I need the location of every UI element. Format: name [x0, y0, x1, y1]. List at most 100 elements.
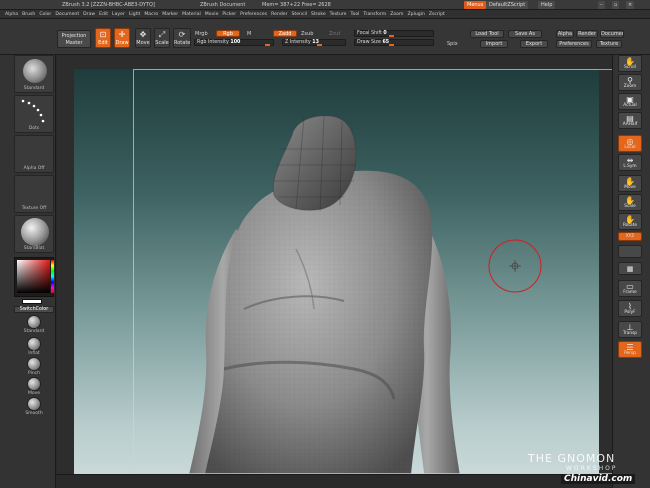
- menu-stroke[interactable]: Stroke: [309, 10, 328, 18]
- menu-picker[interactable]: Picker: [220, 10, 238, 18]
- blank-slot-1[interactable]: [618, 245, 642, 258]
- menu-brush[interactable]: Brush: [20, 10, 37, 18]
- move-view-button[interactable]: ✋ Move: [618, 175, 642, 192]
- menu-alpha[interactable]: Alpha: [3, 10, 20, 18]
- smooth-brush-slot[interactable]: [27, 397, 41, 411]
- lsym-button[interactable]: ⇹ L.Sym: [618, 154, 642, 171]
- switch-color-button[interactable]: SwitchColor: [14, 306, 54, 313]
- rotate-button[interactable]: ⟳ Rotate: [173, 28, 191, 48]
- texture-selector[interactable]: Texture Off: [14, 175, 54, 213]
- draw-size-knob[interactable]: [389, 44, 394, 46]
- scale-view-button[interactable]: ✋ Scale: [618, 194, 642, 211]
- menu-marker[interactable]: Marker: [160, 10, 180, 18]
- persp-button[interactable]: ☰ Persp: [618, 341, 642, 358]
- menu-edit[interactable]: Edit: [97, 10, 110, 18]
- texture-selector-label: Texture Off: [21, 206, 47, 211]
- frame-button[interactable]: ▭ Frame: [618, 280, 642, 297]
- edit-label: Edit: [98, 40, 108, 46]
- menu-render[interactable]: Render: [269, 10, 289, 18]
- menu-light[interactable]: Light: [127, 10, 142, 18]
- menu-layer[interactable]: Layer: [110, 10, 127, 18]
- aahalf-button[interactable]: ▤ AAHalf: [618, 112, 642, 129]
- rgb-intensity-knob[interactable]: [265, 44, 270, 46]
- zcut-toggle[interactable]: Zcut: [329, 31, 340, 37]
- menu-macro[interactable]: Macro: [142, 10, 160, 18]
- focal-shift-slider[interactable]: Focal Shift 0: [354, 30, 434, 37]
- alpha-selector[interactable]: Alpha Off: [14, 135, 54, 173]
- load-tool-button[interactable]: Load Tool: [470, 30, 504, 38]
- document-palette-button[interactable]: Document: [600, 30, 624, 38]
- import-button[interactable]: Import: [480, 40, 508, 48]
- brush-selector[interactable]: Standard: [14, 55, 54, 93]
- draw-size-label: Draw Size: [357, 40, 381, 45]
- help-button[interactable]: Help: [538, 1, 556, 9]
- draw-size-slider[interactable]: Draw Size 65: [354, 39, 434, 46]
- menus-button[interactable]: Menus: [464, 1, 487, 9]
- move-button[interactable]: ✥ Move: [135, 28, 151, 48]
- preferences-palette-button[interactable]: Preferences: [556, 40, 592, 48]
- menu-zplugin[interactable]: Zplugin: [406, 10, 427, 18]
- z-intensity-slider[interactable]: Z Intensity 13: [282, 39, 346, 46]
- transp-button[interactable]: ⊥ Transp: [618, 321, 642, 338]
- color-field[interactable]: [17, 260, 50, 293]
- restore-icon[interactable]: ▫: [612, 1, 620, 9]
- rotate-view-button[interactable]: ✋ Rotate: [618, 213, 642, 230]
- menu-stencil[interactable]: Stencil: [289, 10, 309, 18]
- stroke-selector[interactable]: Dots: [14, 95, 54, 133]
- render-palette-button[interactable]: Render: [576, 30, 598, 38]
- alpha-palette-button[interactable]: Alpha: [556, 30, 574, 38]
- scroll-button[interactable]: ✋ Scroll: [618, 55, 642, 72]
- save-as-button[interactable]: Save As: [508, 30, 542, 38]
- close-icon[interactable]: ×: [626, 1, 635, 9]
- menu-material[interactable]: Material: [180, 10, 203, 18]
- zadd-toggle[interactable]: Zadd: [273, 30, 297, 37]
- document-canvas[interactable]: [74, 69, 615, 488]
- edit-button[interactable]: ⊡ Edit: [95, 28, 111, 48]
- material-sphere-icon: [21, 218, 49, 246]
- zsub-toggle[interactable]: Zsub: [301, 31, 313, 37]
- menu-tool[interactable]: Tool: [349, 10, 362, 18]
- canvas-area[interactable]: [57, 55, 615, 488]
- inflat-brush-slot[interactable]: [27, 337, 41, 351]
- color-picker[interactable]: [14, 257, 54, 297]
- site-watermark: Chinavid.com: [561, 474, 636, 484]
- xyz-button[interactable]: XYZ: [618, 232, 642, 241]
- menu-zoom[interactable]: Zoom: [388, 10, 405, 18]
- rgb-intensity-slider[interactable]: Rgb Intensity 100: [194, 39, 274, 46]
- polyf-button[interactable]: ⌇ PolyF: [618, 300, 642, 317]
- material-selector[interactable]: StarsBlat: [14, 215, 54, 253]
- zoom-button[interactable]: ⚲ Zoom: [618, 74, 642, 91]
- main-color-swatch[interactable]: [22, 299, 42, 304]
- menu-preferences[interactable]: Preferences: [238, 10, 269, 18]
- scale-button[interactable]: ⤢ Scale: [154, 28, 170, 48]
- menu-document[interactable]: Document: [53, 10, 81, 18]
- standard-brush-slot[interactable]: [27, 315, 41, 329]
- projection-master-button[interactable]: Projection Master: [57, 30, 91, 48]
- hue-strip[interactable]: [51, 260, 54, 293]
- draw-button[interactable]: ✛ Draw: [114, 28, 130, 48]
- rgb-toggle[interactable]: Rgb: [216, 30, 240, 37]
- actual-button[interactable]: ▣ Actual: [618, 93, 642, 110]
- menu-transform[interactable]: Transform: [361, 10, 388, 18]
- local-button[interactable]: ◎ Local: [618, 135, 642, 152]
- alpha-selector-label: Alpha Off: [23, 166, 45, 171]
- menu-zscript[interactable]: Zscript: [427, 10, 447, 18]
- export-button[interactable]: Export: [520, 40, 548, 48]
- edit-icon: ⊡: [99, 30, 107, 39]
- polyf-label: PolyF: [624, 310, 636, 315]
- mrgb-toggle[interactable]: Mrgb: [195, 31, 208, 37]
- default-zscript-button[interactable]: DefaultZScript: [486, 1, 529, 9]
- menu-color[interactable]: Color: [37, 10, 53, 18]
- minimize-icon[interactable]: –: [598, 1, 605, 9]
- z-intensity-knob[interactable]: [317, 44, 322, 46]
- pinch-brush-slot[interactable]: [27, 357, 41, 371]
- menu-movie[interactable]: Movie: [203, 10, 221, 18]
- move-brush-slot[interactable]: [27, 377, 41, 391]
- polyf-grid-button[interactable]: ▦: [618, 262, 642, 275]
- standard-brush-label: Standard: [23, 329, 45, 334]
- texture-palette-button[interactable]: Texture: [596, 40, 622, 48]
- menu-draw[interactable]: Draw: [81, 10, 97, 18]
- m-toggle[interactable]: M: [247, 31, 251, 37]
- menu-texture[interactable]: Texture: [328, 10, 349, 18]
- focal-shift-knob[interactable]: [389, 35, 394, 37]
